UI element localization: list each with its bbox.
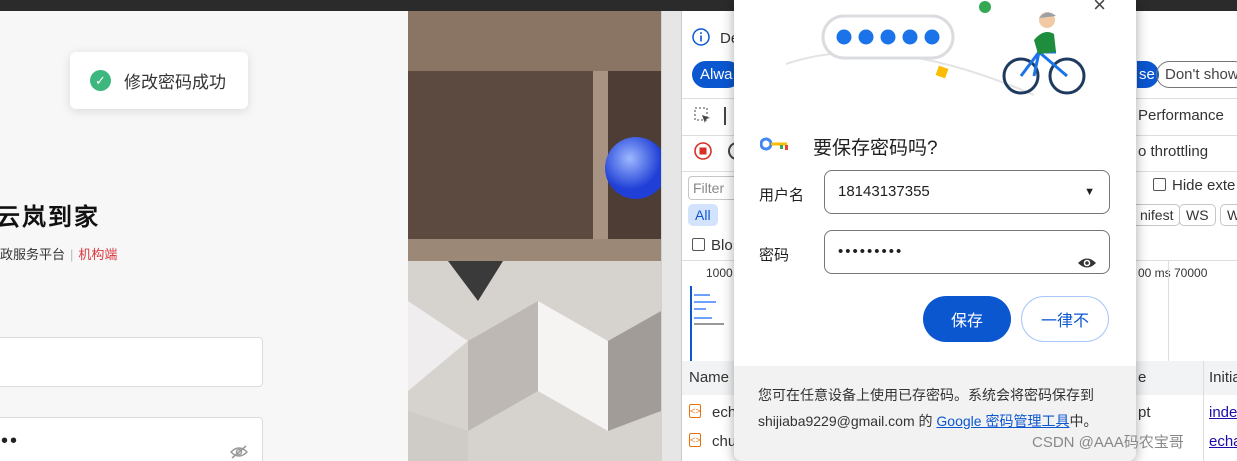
block-requests-checkbox[interactable]: Blo <box>692 237 733 254</box>
filter-w-chip[interactable]: W <box>1220 204 1237 226</box>
bike-illustration <box>734 0 1136 110</box>
filter-ws-chip[interactable]: WS <box>1179 204 1216 226</box>
subtitle-role: 机构端 <box>78 247 118 262</box>
column-initiator[interactable]: Initia <box>1209 369 1237 386</box>
inspect-element-icon[interactable] <box>694 107 712 129</box>
toast-text: 修改密码成功 <box>124 73 226 92</box>
timeline-tick-2: 00 ms <box>1138 266 1171 280</box>
column-name[interactable]: Name <box>689 369 729 386</box>
password-value: ••••••••• <box>838 243 904 260</box>
subtitle-divider: | <box>70 247 74 262</box>
tab-performance[interactable]: Performance <box>1138 107 1224 124</box>
row-name: chu <box>712 433 737 450</box>
google-key-icon <box>759 137 790 156</box>
eye-icon[interactable] <box>1077 245 1097 287</box>
script-file-icon: <> <box>689 433 701 447</box>
login-page: ✓ 修改密码成功 云岚到家 政服务平台 | 机构端 •• <box>0 11 408 461</box>
save-button[interactable]: 保存 <box>923 296 1011 342</box>
row-type: pt <box>1138 404 1151 421</box>
device-toggle-icon[interactable] <box>724 107 734 125</box>
info-icon <box>692 28 710 50</box>
close-icon[interactable]: × <box>1093 0 1106 18</box>
dont-show-button[interactable]: Don't show <box>1156 61 1237 88</box>
never-button[interactable]: 一律不 <box>1021 296 1109 342</box>
background-photo <box>408 11 661 461</box>
brand-subtitle: 政服务平台 | 机构端 <box>0 244 117 263</box>
password-mask: •• <box>1 430 20 452</box>
check-circle-icon: ✓ <box>90 70 111 91</box>
record-stop-icon[interactable] <box>694 142 712 164</box>
filter-all-chip[interactable]: All <box>688 204 718 226</box>
brand-title: 云岚到家 <box>0 202 100 231</box>
throttling-select[interactable]: o throttling <box>1138 143 1208 160</box>
timeline-tick-1: 1000 <box>706 266 733 280</box>
timeline-tick-3: 70000 <box>1174 266 1208 280</box>
timeline-cursor[interactable] <box>690 286 692 361</box>
username-input[interactable] <box>0 337 263 387</box>
filter-input[interactable]: Filter <box>688 176 738 200</box>
row-initiator-link[interactable]: echa <box>1209 433 1237 450</box>
dialog-title: 要保存密码吗? <box>813 138 938 159</box>
password-label: 密码 <box>759 247 790 264</box>
watermark: CSDN @AAA码农宝哥 <box>1032 434 1184 451</box>
row-name: ech <box>712 404 737 421</box>
password-manager-link[interactable]: Google 密码管理工具 <box>936 413 1069 429</box>
block-requests-label: Blo <box>711 237 733 254</box>
footer-text-end: 中。 <box>1069 413 1098 429</box>
chevron-down-icon: ▼ <box>1084 186 1095 198</box>
password-field[interactable]: ••••••••• <box>824 230 1110 274</box>
eye-off-icon[interactable] <box>229 432 249 461</box>
row-initiator-link[interactable]: inde <box>1209 404 1237 421</box>
page-scrollbar[interactable] <box>661 11 681 461</box>
success-toast: ✓ 修改密码成功 <box>70 52 248 109</box>
script-file-icon: <> <box>689 404 701 418</box>
hide-extensions-checkbox[interactable]: Hide exte <box>1153 177 1235 194</box>
username-select[interactable]: 18143137355 ▼ <box>824 170 1110 214</box>
subtitle-main: 政服务平台 <box>0 247 66 262</box>
username-label: 用户名 <box>759 187 805 204</box>
hide-extensions-label: Hide exte <box>1172 177 1236 194</box>
username-value: 18143137355 <box>838 183 930 200</box>
column-type[interactable]: e <box>1138 369 1146 386</box>
save-password-dialog: × 要保存密码吗? 用户名 18143137355 ▼ 密码 •••••••••… <box>734 0 1136 461</box>
filter-manifest-chip[interactable]: nifest <box>1134 204 1181 226</box>
password-input[interactable]: •• <box>0 417 263 461</box>
